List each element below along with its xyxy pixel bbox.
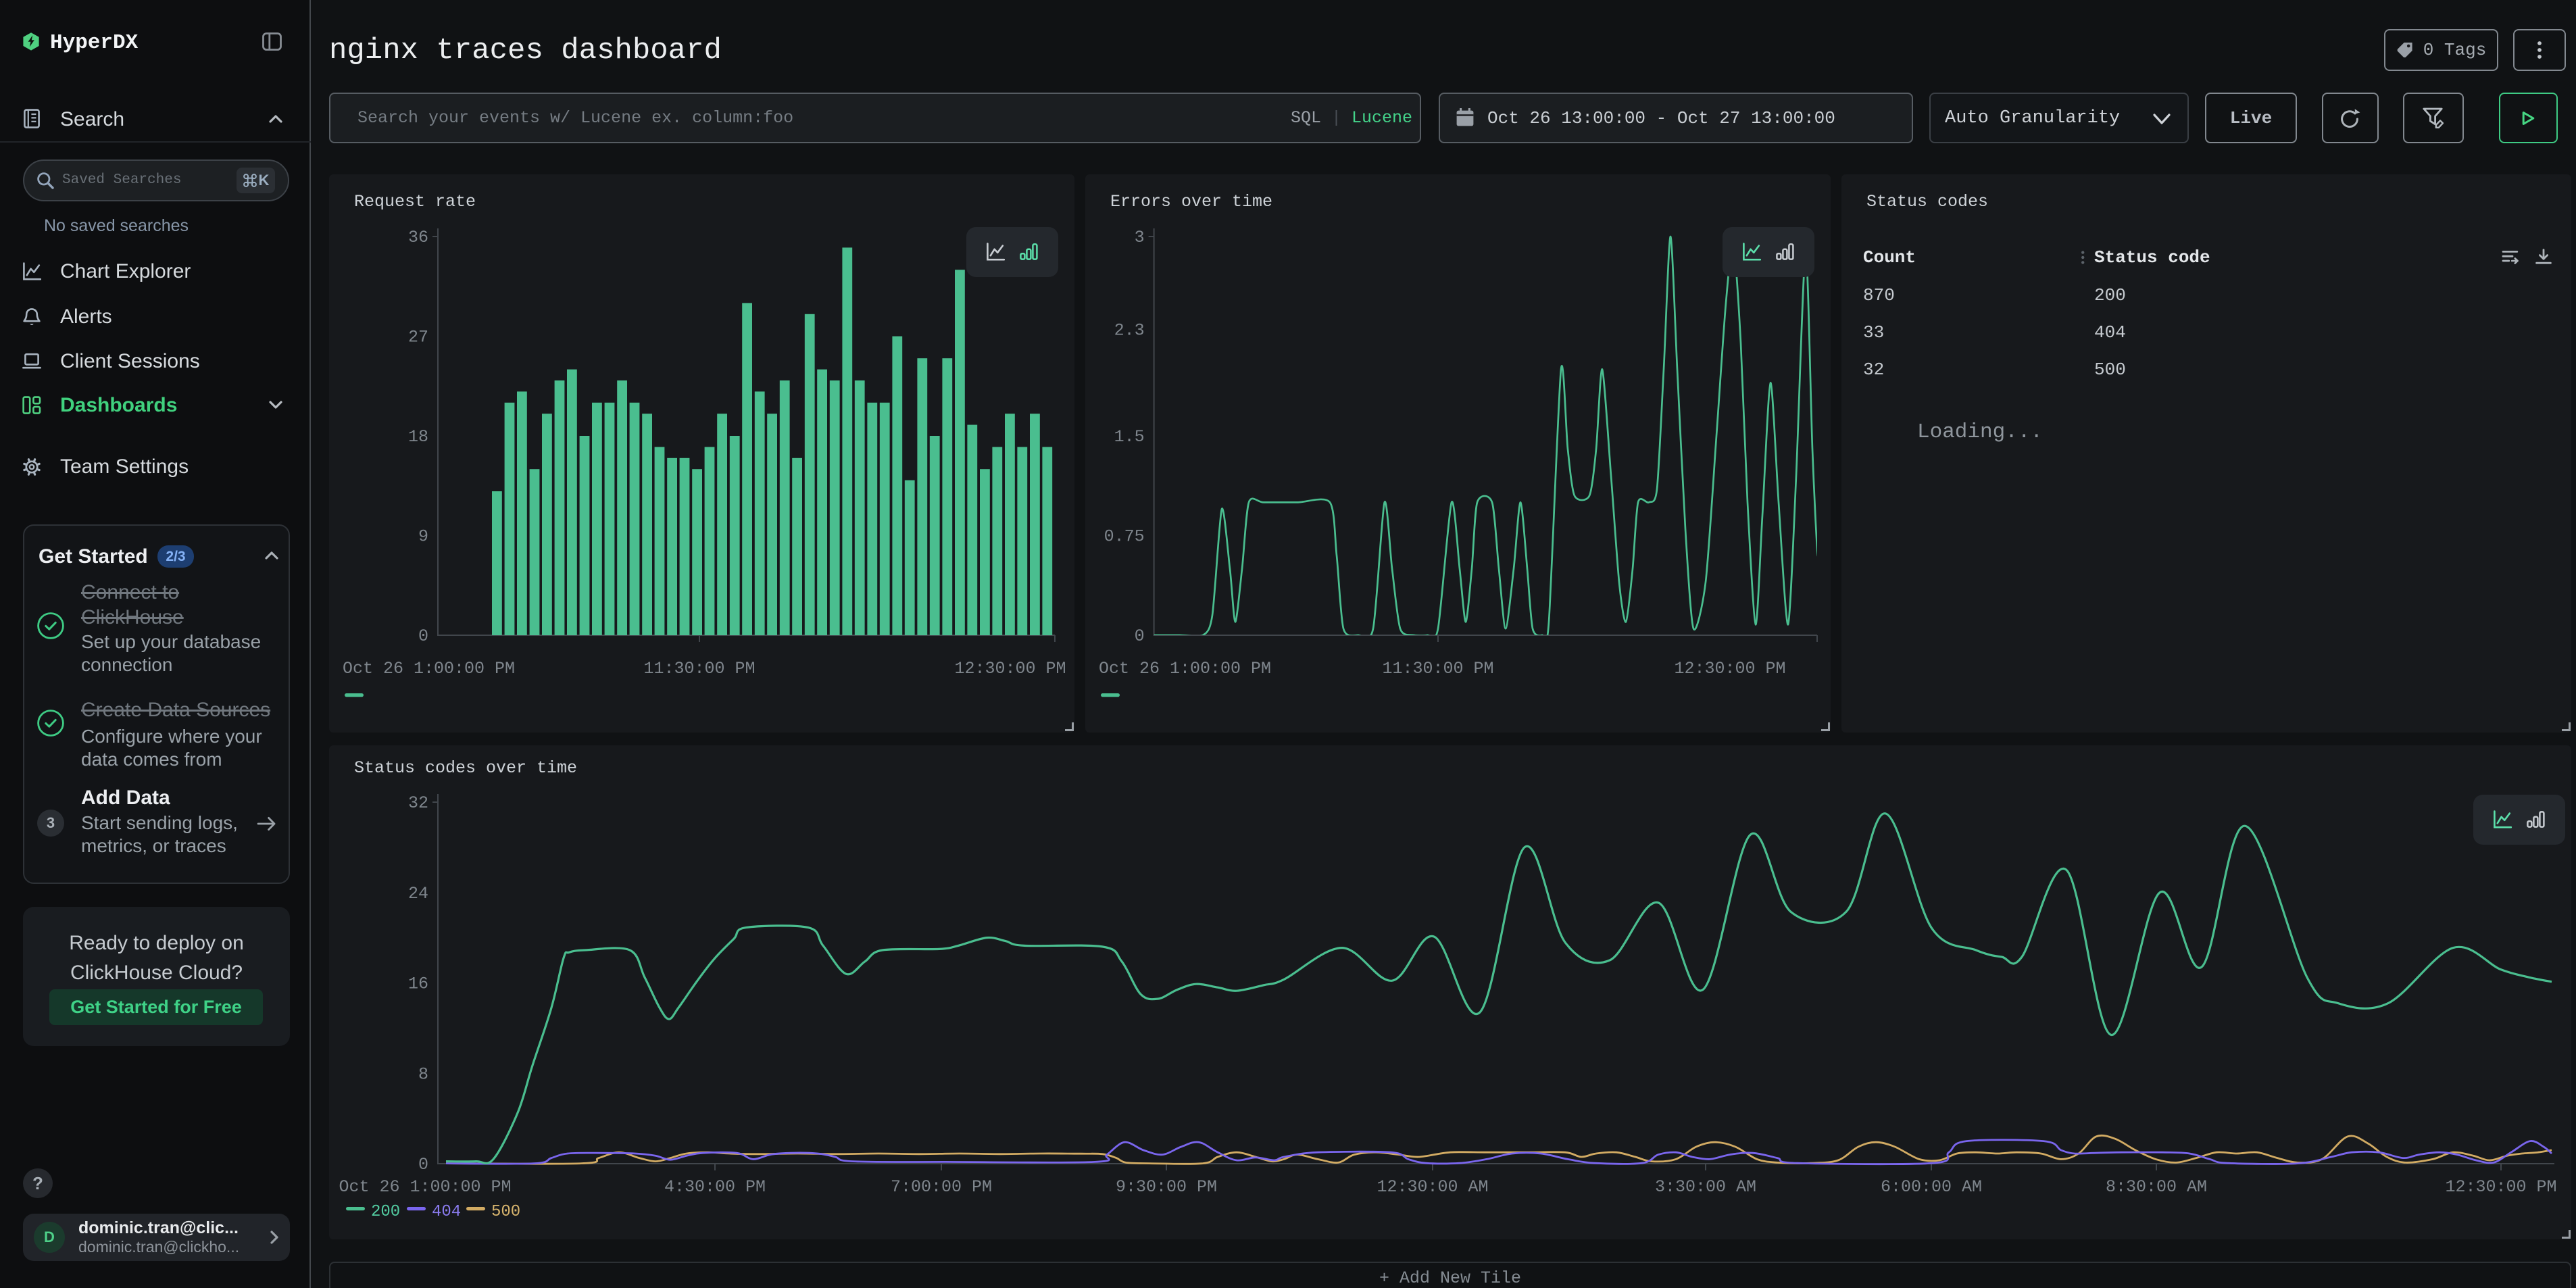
svg-text:36: 36 xyxy=(408,228,428,247)
svg-text:8: 8 xyxy=(418,1064,428,1084)
svg-text:16: 16 xyxy=(408,974,428,994)
svg-text:32: 32 xyxy=(408,793,428,813)
svg-text:6:00:00 AM: 6:00:00 AM xyxy=(1881,1177,1982,1197)
svg-text:Oct 26 1:00:00 PM: Oct 26 1:00:00 PM xyxy=(339,1177,511,1197)
svg-text:11:30:00 PM: 11:30:00 PM xyxy=(1382,659,1493,678)
svg-text:9:30:00 PM: 9:30:00 PM xyxy=(1116,1177,1217,1197)
svg-text:4:30:00 PM: 4:30:00 PM xyxy=(664,1177,766,1197)
svg-text:Oct 26 1:00:00 PM: Oct 26 1:00:00 PM xyxy=(343,659,515,678)
svg-text:200: 200 xyxy=(371,1203,400,1221)
svg-text:27: 27 xyxy=(408,328,428,347)
svg-text:9: 9 xyxy=(418,527,428,547)
svg-text:12:30:00 PM: 12:30:00 PM xyxy=(2445,1177,2556,1197)
svg-text:0: 0 xyxy=(418,626,428,646)
svg-text:7:00:00 PM: 7:00:00 PM xyxy=(891,1177,992,1197)
svg-text:12:30:00 PM: 12:30:00 PM xyxy=(954,659,1066,678)
svg-text:404: 404 xyxy=(432,1203,461,1221)
svg-text:2.3: 2.3 xyxy=(1114,321,1145,341)
svg-text:12:30:00 AM: 12:30:00 AM xyxy=(1377,1177,1488,1197)
svg-text:0: 0 xyxy=(418,1155,428,1174)
svg-text:12:30:00 PM: 12:30:00 PM xyxy=(1674,659,1785,678)
svg-text:3: 3 xyxy=(1135,228,1145,247)
svg-text:Oct 26 1:00:00 PM: Oct 26 1:00:00 PM xyxy=(1099,659,1271,678)
svg-text:500: 500 xyxy=(491,1203,520,1221)
svg-text:0.75: 0.75 xyxy=(1104,527,1145,547)
svg-text:1.5: 1.5 xyxy=(1114,427,1145,447)
svg-text:11:30:00 PM: 11:30:00 PM xyxy=(643,659,755,678)
svg-text:18: 18 xyxy=(408,427,428,447)
svg-text:24: 24 xyxy=(408,884,428,903)
svg-text:0: 0 xyxy=(1135,626,1145,646)
svg-text:8:30:00 AM: 8:30:00 AM xyxy=(2106,1177,2207,1197)
svg-text:3:30:00 AM: 3:30:00 AM xyxy=(1655,1177,1756,1197)
